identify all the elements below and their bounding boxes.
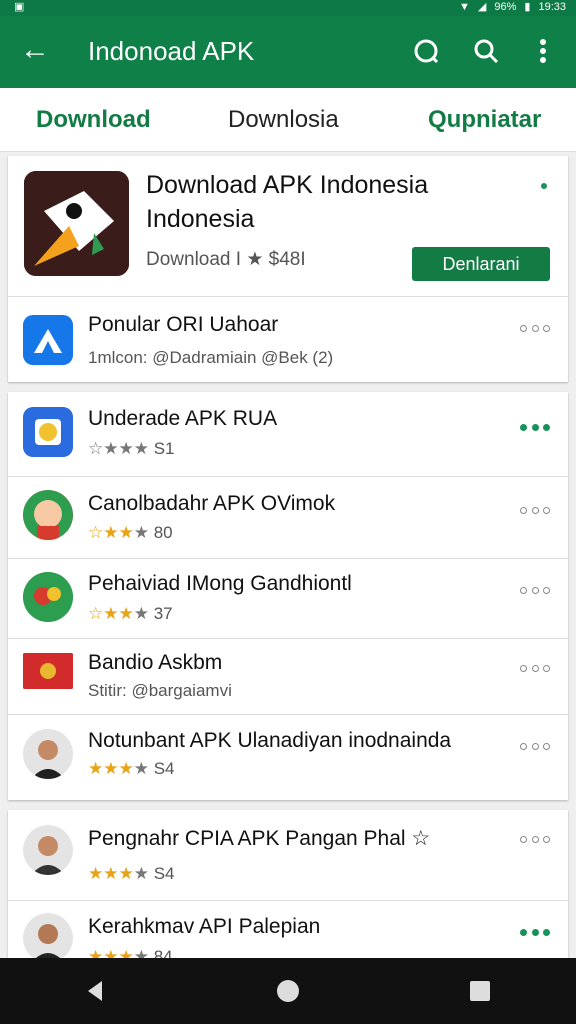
- rating: ☆★★★ 80: [88, 523, 173, 542]
- app-title: Indonoad APK: [88, 36, 255, 66]
- tab-qupniatar[interactable]: Qupniatar: [428, 106, 541, 134]
- rating: ★★★★ S4: [88, 864, 175, 883]
- tab-bar: Download Downlosia Qupniatar: [0, 88, 576, 152]
- app-name: Ponular ORI Uahoar: [88, 313, 279, 336]
- app-name: Notunbant APK Ulanadiyan inodnainda: [88, 729, 452, 752]
- back-arrow-icon[interactable]: ←: [20, 34, 54, 68]
- featured-title: Download APK Indonesia Indonesia: [146, 171, 429, 233]
- more-icon[interactable]: [520, 743, 550, 753]
- rating: ☆★★★ 37: [88, 604, 173, 623]
- rating: ☆★★★ S1: [88, 439, 175, 458]
- more-icon[interactable]: [520, 325, 550, 335]
- app-bar: ← Indonoad APK: [0, 16, 576, 88]
- image-notification-icon: ▣: [14, 1, 25, 13]
- more-icon[interactable]: [520, 424, 550, 434]
- list-item[interactable]: Kerahkmav API Palepian ★★★★ 84: [8, 900, 568, 958]
- more-vert-icon[interactable]: [526, 34, 560, 68]
- signal-icon: ◢: [477, 1, 487, 13]
- rating-count: 84: [153, 947, 173, 958]
- avatar: [23, 825, 73, 875]
- list-item[interactable]: Underade APK RUA ☆★★★ S1: [8, 392, 568, 476]
- featured-meta: Download I ★ $48I: [146, 249, 306, 270]
- more-icon[interactable]: [520, 587, 550, 597]
- app-name: Kerahkmav API Palepian: [88, 915, 321, 938]
- tab-downlosia[interactable]: Downlosia: [228, 106, 339, 134]
- list-item[interactable]: Pengnahr CPIA APK Pangan Phal ☆ ★★★★ S4: [8, 810, 568, 900]
- tab-download[interactable]: Download: [36, 106, 151, 134]
- list-item[interactable]: Canolbadahr APK OVimok ☆★★★ 80: [8, 476, 568, 558]
- nav-recents-icon[interactable]: [468, 979, 492, 1003]
- wifi-icon: ▼: [459, 0, 470, 13]
- app-icon-featured[interactable]: [24, 171, 129, 276]
- rating-count: S1: [153, 439, 175, 458]
- more-icon[interactable]: [520, 929, 550, 939]
- list-item[interactable]: Bandio Askbm Stitir: @bargaiamvi: [8, 638, 568, 714]
- rating-count: S4: [153, 864, 175, 883]
- rating: ★★★★ S4: [88, 759, 175, 778]
- status-dot: [541, 183, 547, 189]
- install-button[interactable]: Denlarani: [412, 247, 550, 281]
- avatar: [23, 729, 73, 779]
- nav-back-icon[interactable]: [84, 979, 108, 1003]
- app-icon: [23, 572, 73, 622]
- list-item[interactable]: Notunbant APK Ulanadiyan inodnainda ★★★★…: [8, 714, 568, 800]
- app-icon: [23, 315, 73, 365]
- app-icon: [23, 653, 73, 689]
- app-name: Pengnahr CPIA APK Pangan Phal ☆: [88, 827, 431, 850]
- nav-home-icon[interactable]: [276, 979, 300, 1003]
- app-icon: [23, 407, 73, 457]
- rating: ★★★★ 84: [88, 947, 173, 958]
- rating-count: S4: [153, 759, 175, 778]
- battery-icon: ▮: [524, 1, 531, 13]
- app-name: Pehaiviad IMong Gandhiontl: [88, 572, 352, 595]
- status-bar: ▣ ▼ ◢ 96% ▮ 19:33: [0, 0, 576, 16]
- featured-card: Download APK Indonesia Indonesia Downloa…: [8, 156, 568, 382]
- avatar: [23, 913, 73, 958]
- chat-icon[interactable]: [409, 34, 443, 68]
- rating-count: 37: [153, 604, 173, 623]
- app-list-card-2: Pengnahr CPIA APK Pangan Phal ☆ ★★★★ S4 …: [8, 810, 568, 958]
- search-icon[interactable]: [469, 34, 503, 68]
- battery-level: 96%: [494, 0, 517, 13]
- app-name: Bandio Askbm: [88, 651, 223, 674]
- list-item[interactable]: Pehaiviad IMong Gandhiontl ☆★★★ 37: [8, 558, 568, 638]
- app-list-card: Underade APK RUA ☆★★★ S1 Canolbadahr APK…: [8, 392, 568, 800]
- app-icon: [23, 490, 73, 540]
- more-icon[interactable]: [520, 665, 550, 675]
- more-icon[interactable]: [520, 507, 550, 517]
- app-name: Underade APK RUA: [88, 407, 278, 430]
- app-meta: Stitir: @bargaiamvi: [88, 681, 232, 700]
- app-name: Canolbadahr APK OVimok: [88, 492, 336, 515]
- clock: 19:33: [538, 0, 566, 13]
- more-icon[interactable]: [520, 836, 550, 846]
- rating-count: 80: [153, 523, 173, 542]
- system-nav-bar: [0, 958, 576, 1024]
- app-meta: 1mlcon: @Dadramiain @Bek (2): [88, 348, 334, 367]
- list-item[interactable]: Ponular ORI Uahoar 1mlcon: @Dadramiain @…: [8, 296, 568, 382]
